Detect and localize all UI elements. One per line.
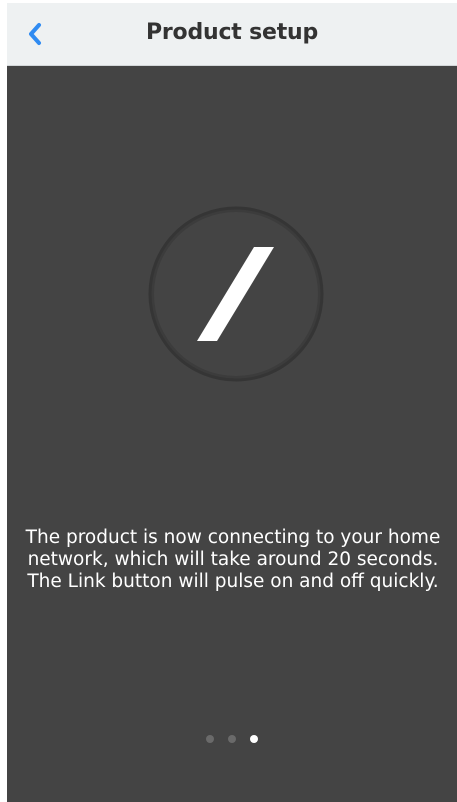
- status-message: The product is now connecting to your ho…: [25, 527, 441, 592]
- page-dot-3-active: [250, 735, 258, 743]
- connecting-slash-icon: [148, 206, 324, 382]
- page-indicator: [7, 735, 457, 745]
- page-dot-1: [206, 735, 214, 743]
- page-dot-2: [228, 735, 236, 743]
- page-title: Product setup: [145, 20, 319, 45]
- top-navigation-bar: Product setup: [7, 3, 457, 66]
- product-setup-screen: Product setup The product is now connect…: [7, 3, 457, 802]
